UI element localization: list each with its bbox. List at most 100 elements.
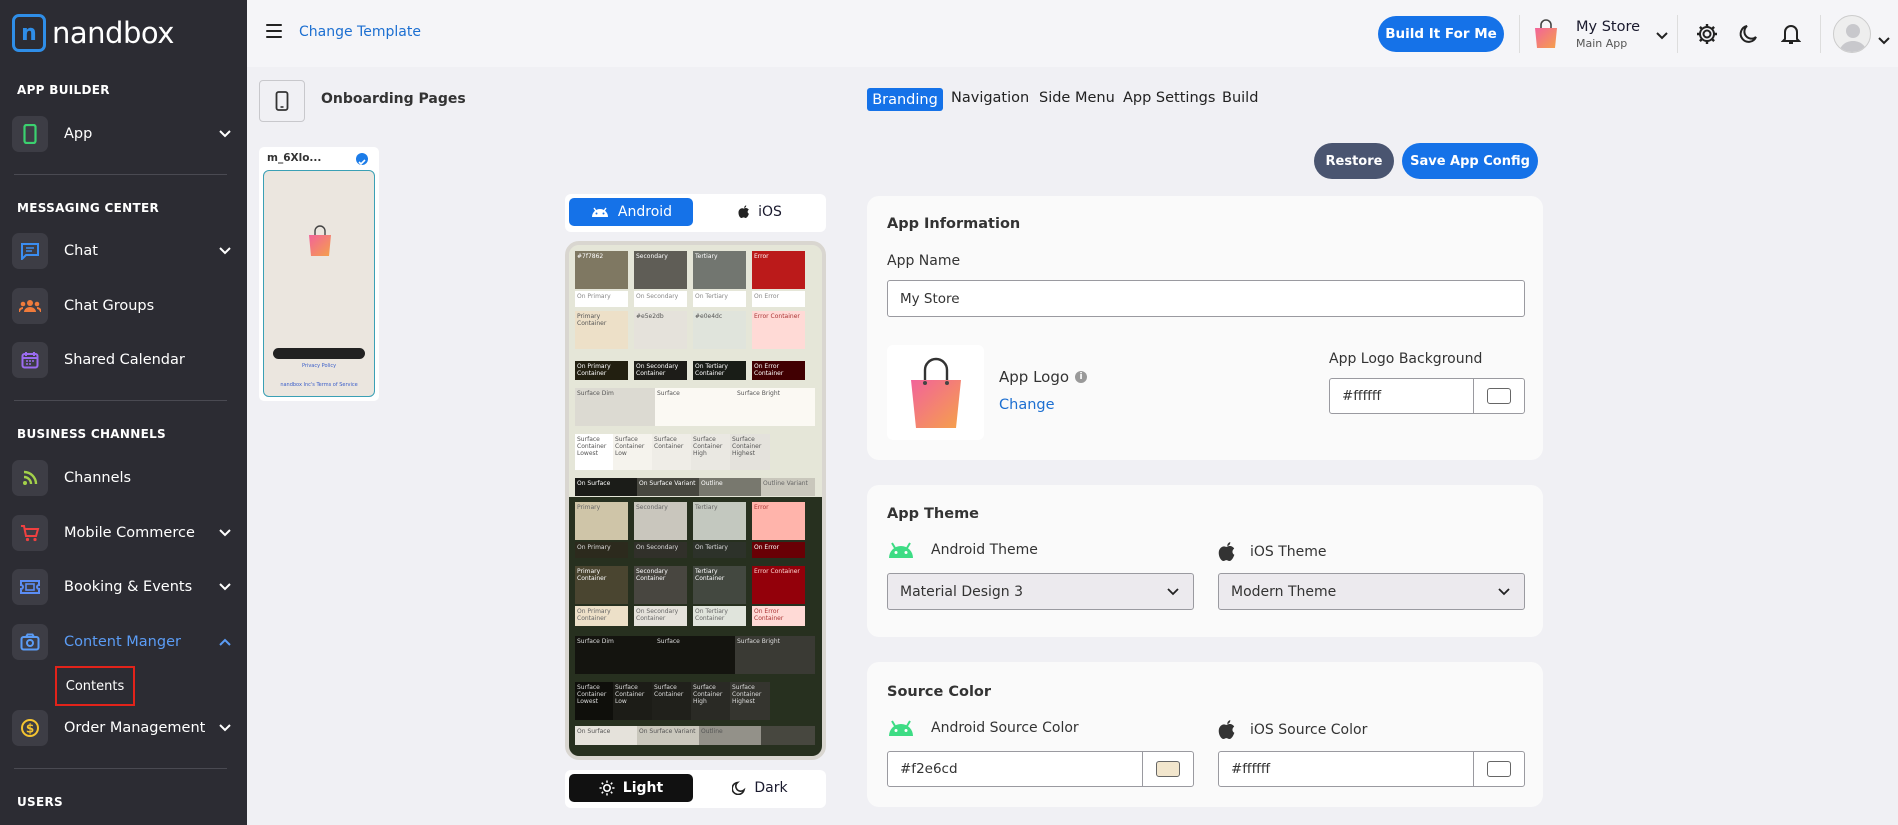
chevron-down-icon[interactable] bbox=[1878, 30, 1890, 49]
onboarding-pages-title: Onboarding Pages bbox=[321, 91, 466, 107]
dark-swatch-surface-container-low: Surface Container Low bbox=[613, 682, 652, 720]
dollar-coin-icon: $ bbox=[12, 710, 48, 746]
dark-swatch-on-surface: On Surface bbox=[575, 726, 637, 745]
app-theme-title: App Theme bbox=[887, 506, 980, 522]
android-tab[interactable]: Android bbox=[569, 198, 693, 226]
sidebar-item-label: Chat bbox=[64, 243, 98, 259]
ios-tab[interactable]: iOS bbox=[698, 198, 822, 226]
android-source-color-input[interactable]: #f2e6cd bbox=[887, 751, 1143, 787]
tab-branding[interactable]: Branding bbox=[867, 88, 943, 111]
platform-toggle: Android iOS bbox=[565, 194, 826, 232]
android-source-color-label-row: Android Source Color bbox=[887, 719, 1079, 737]
dark-swatch-secondary-container: Secondary Container bbox=[634, 566, 687, 604]
ios-theme-select[interactable]: Modern Theme bbox=[1218, 573, 1525, 610]
chevron-down-icon[interactable] bbox=[216, 719, 234, 737]
android-icon bbox=[889, 542, 913, 558]
chevron-down-icon[interactable] bbox=[1656, 25, 1668, 44]
sidebar-item-shared-calendar[interactable]: Shared Calendar bbox=[12, 340, 234, 380]
change-template-link[interactable]: Change Template bbox=[299, 24, 421, 40]
sidebar-item-chat[interactable]: Chat bbox=[12, 231, 234, 271]
app-logo-label: App Logo bbox=[999, 368, 1070, 386]
app-logo-change-link[interactable]: Change bbox=[999, 397, 1055, 413]
shopping-bag-icon bbox=[910, 357, 961, 428]
dark-swatch-secondary: Secondary bbox=[634, 502, 687, 540]
swatch-on-tertiary-container: On Tertiary Container bbox=[693, 361, 746, 380]
sidebar-item-booking-events[interactable]: Booking & Events bbox=[12, 567, 234, 607]
avatar-icon[interactable] bbox=[1833, 15, 1871, 53]
cart-icon bbox=[12, 515, 48, 551]
sidebar-divider bbox=[14, 174, 227, 175]
swatch-on-error: On Error bbox=[752, 291, 805, 307]
store-name: My Store bbox=[1576, 18, 1641, 35]
onboarding-page-preview[interactable]: Privacy Policy nandbox Inc's Terms of Se… bbox=[263, 170, 375, 397]
bell-icon[interactable] bbox=[1777, 20, 1805, 48]
swatch-on-primary-container: On Primary Container bbox=[575, 361, 628, 380]
swatch-on-surface: On Surface bbox=[575, 478, 637, 496]
app-name-input[interactable]: My Store bbox=[887, 280, 1525, 317]
sidebar-item-content-manager[interactable]: Content Manger bbox=[12, 622, 234, 662]
dark-swatch-on-secondary: On Secondary bbox=[634, 542, 687, 558]
apple-icon bbox=[1218, 720, 1235, 739]
sidebar-subitem-contents[interactable]: Contents bbox=[55, 666, 135, 706]
app-logo-background-input[interactable]: #ffffff bbox=[1329, 378, 1474, 414]
android-source-color-picker[interactable] bbox=[1142, 751, 1194, 787]
apple-icon bbox=[738, 205, 749, 218]
hamburger-icon[interactable] bbox=[266, 24, 282, 38]
swatch-outline-variant: Outline Variant bbox=[761, 478, 815, 496]
swatch-surface-container: Surface Container bbox=[652, 434, 691, 470]
chevron-down-icon[interactable] bbox=[216, 242, 234, 260]
chevron-down-icon[interactable] bbox=[216, 125, 234, 143]
tab-app-settings[interactable]: App Settings bbox=[1123, 90, 1215, 106]
onboarding-page-name: m_6Xlo... bbox=[267, 152, 322, 164]
group-icon bbox=[12, 288, 48, 324]
sidebar-item-label: Chat Groups bbox=[64, 298, 155, 314]
android-icon bbox=[591, 207, 608, 217]
calendar-icon bbox=[12, 342, 48, 378]
swatch-surface-dim: Surface Dim bbox=[575, 388, 655, 426]
chevron-down-icon[interactable] bbox=[216, 578, 234, 596]
app-logo-preview[interactable] bbox=[887, 345, 984, 440]
color-swatch bbox=[1487, 761, 1511, 777]
nandbox-logo[interactable]: n nandbox bbox=[12, 14, 174, 52]
sidebar-item-app[interactable]: App bbox=[12, 114, 234, 154]
dark-swatch-tertiary: Tertiary bbox=[693, 502, 746, 540]
chevron-up-icon[interactable] bbox=[216, 633, 234, 651]
restore-button[interactable]: Restore bbox=[1314, 143, 1394, 179]
info-icon[interactable]: i bbox=[1075, 371, 1088, 383]
ios-source-color-picker[interactable] bbox=[1473, 751, 1525, 787]
onboarding-phone-icon[interactable] bbox=[259, 80, 305, 122]
dark-swatch-surface-container-high: Surface Container High bbox=[691, 682, 730, 720]
chevron-down-icon[interactable] bbox=[216, 524, 234, 542]
dark-mode-tab[interactable]: Dark bbox=[698, 774, 822, 802]
sidebar-item-label: Channels bbox=[64, 470, 132, 486]
swatch-surface-container-highest: Surface Container Highest bbox=[730, 434, 770, 470]
sidebar-item-chat-groups[interactable]: Chat Groups bbox=[12, 286, 234, 326]
swatch-error: Error bbox=[752, 251, 805, 289]
store-switcher[interactable]: My Store Main App bbox=[1530, 15, 1668, 53]
tab-build[interactable]: Build bbox=[1222, 90, 1258, 106]
tab-side-menu[interactable]: Side Menu bbox=[1039, 90, 1115, 106]
ticket-icon bbox=[12, 569, 48, 605]
save-app-config-button[interactable]: Save App Config bbox=[1402, 143, 1538, 179]
dark-swatch-outline: Outline bbox=[699, 726, 761, 745]
onboarding-start-button bbox=[273, 348, 365, 359]
swatch-surface-container-high: Surface Container High bbox=[691, 434, 730, 470]
section-messaging-center: MESSAGING CENTER bbox=[17, 201, 160, 215]
moon-icon[interactable] bbox=[1735, 20, 1763, 48]
android-source-color-label: Android Source Color bbox=[931, 720, 1079, 736]
sidebar-item-channels[interactable]: Channels bbox=[12, 458, 234, 498]
ios-source-color-input[interactable]: #ffffff bbox=[1218, 751, 1474, 787]
swatch-outline: Outline bbox=[699, 478, 761, 496]
sidebar-item-label: Order Management bbox=[64, 720, 206, 736]
tab-navigation[interactable]: Navigation bbox=[951, 90, 1029, 106]
android-theme-select[interactable]: Material Design 3 bbox=[887, 573, 1194, 610]
swatch-primary: #7f7862 bbox=[575, 251, 628, 289]
build-it-for-me-button[interactable]: Build It For Me bbox=[1378, 16, 1504, 52]
app-logo-background-picker[interactable] bbox=[1473, 378, 1525, 414]
light-mode-tab[interactable]: Light bbox=[569, 774, 693, 802]
dark-swatch-on-primary-container: On Primary Container bbox=[575, 606, 628, 626]
light-label: Light bbox=[622, 780, 664, 796]
gear-icon[interactable] bbox=[1693, 20, 1721, 48]
sidebar-item-order-management[interactable]: $ Order Management bbox=[12, 708, 234, 748]
sidebar-item-mobile-commerce[interactable]: Mobile Commerce bbox=[12, 513, 234, 553]
